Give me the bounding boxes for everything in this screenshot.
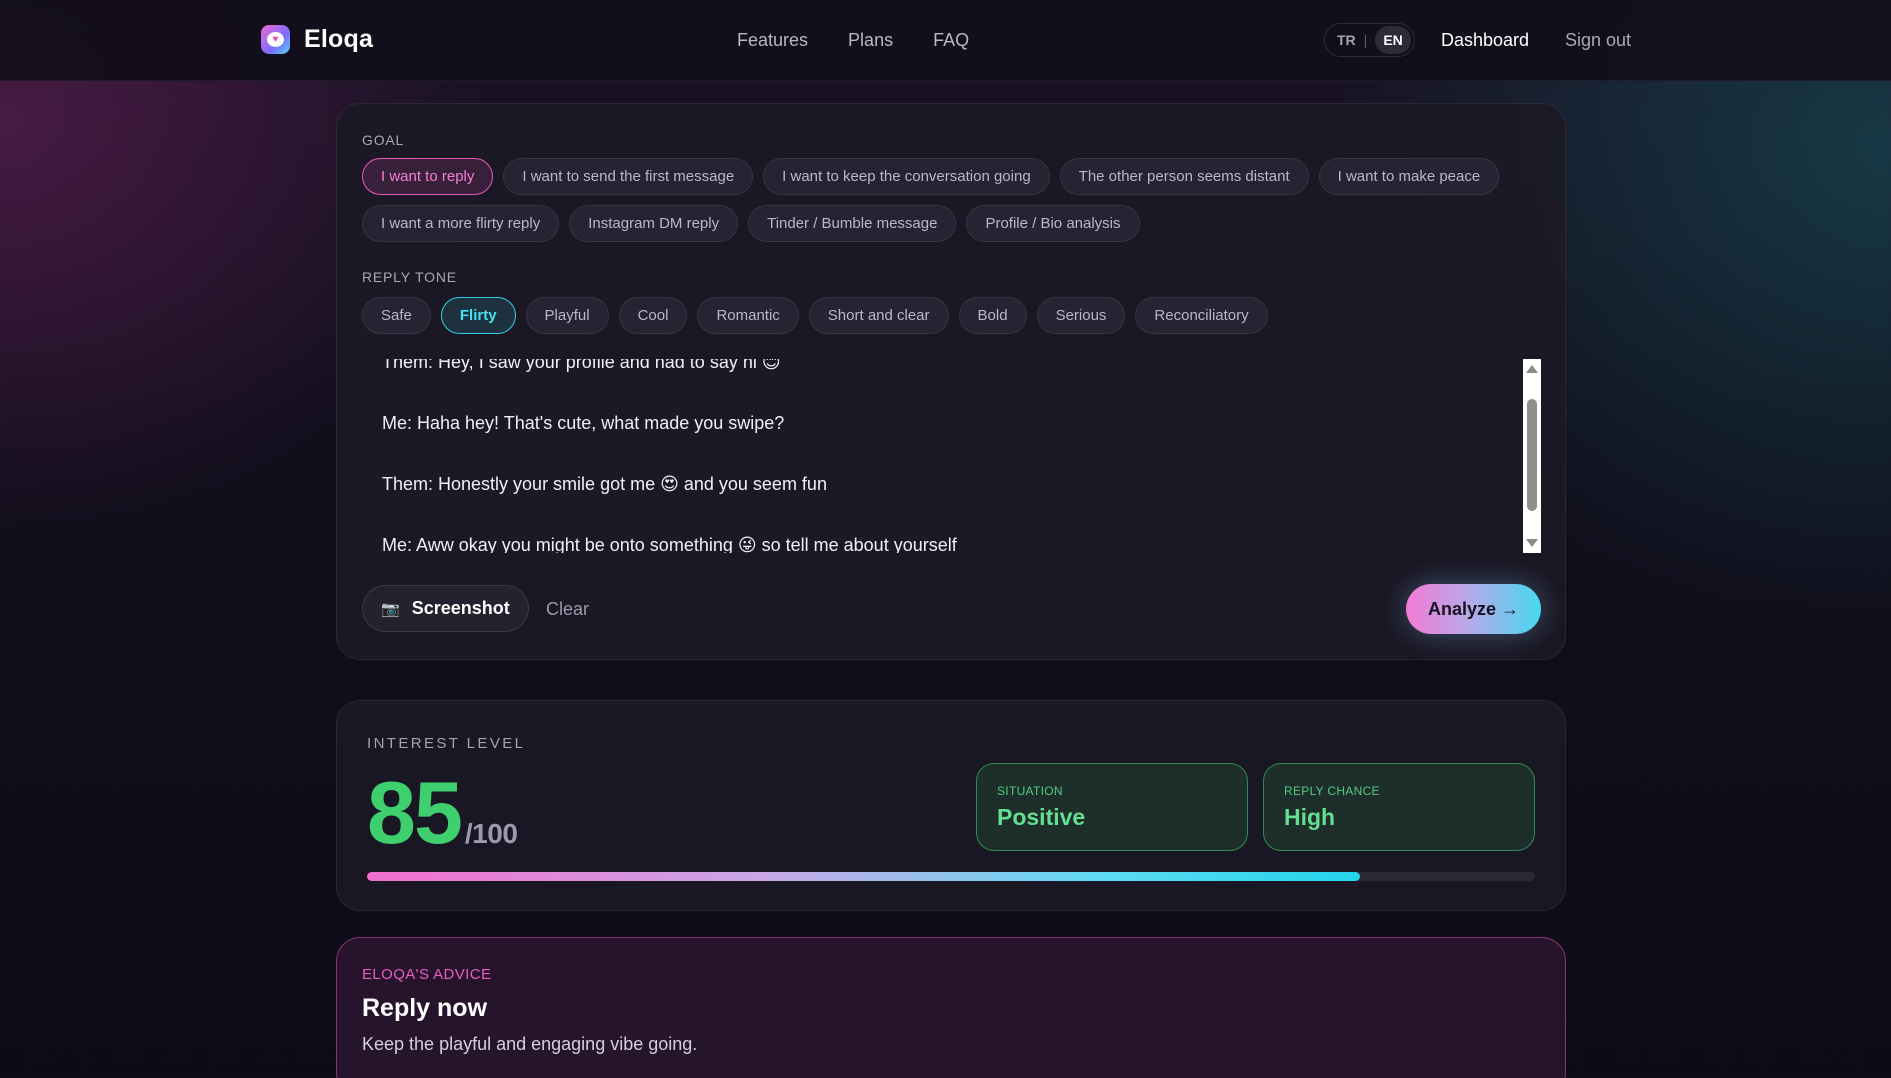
scrollbar-thumb[interactable]: [1527, 399, 1537, 511]
lang-separator: |: [1363, 32, 1368, 48]
screenshot-button[interactable]: 📷 Screenshot: [362, 585, 529, 632]
goal-chips-row-2: I want a more flirty reply Instagram DM …: [362, 205, 1140, 242]
interest-level-card: INTEREST LEVEL 85 /100 SITUATION Positiv…: [336, 700, 1566, 911]
goal-chip-make-peace[interactable]: I want to make peace: [1318, 158, 1500, 195]
reply-chance-badge: REPLY CHANCE High: [1263, 763, 1535, 851]
clear-button[interactable]: Clear: [546, 599, 589, 620]
conversation-textarea[interactable]: Them: Hey, I saw your profile and had to…: [362, 359, 1541, 553]
tone-chip-playful[interactable]: Playful: [525, 297, 609, 334]
conversation-line: Me: Haha hey! That's cute, what made you…: [382, 413, 785, 433]
goal-label: GOAL: [362, 132, 405, 148]
advice-card: ELOQA'S ADVICE Reply now Keep the playfu…: [336, 937, 1566, 1078]
interest-score-value: 85: [367, 763, 463, 862]
nav-link-plans[interactable]: Plans: [848, 30, 893, 51]
goal-chip-reply[interactable]: I want to reply: [362, 158, 494, 195]
top-navbar: ♥ Eloqa Features Plans FAQ TR | EN Dashb…: [0, 0, 1891, 81]
goal-chips-row-1: I want to reply I want to send the first…: [362, 158, 1500, 195]
interest-level-label: INTEREST LEVEL: [367, 735, 526, 752]
logo-text: Eloqa: [304, 25, 374, 53]
conversation-line: Them: Hey, I saw your profile and had to…: [382, 359, 781, 372]
tone-label: REPLY TONE: [362, 269, 457, 285]
conversation-line: Me: Aww okay you might be onto something…: [382, 535, 957, 553]
sign-out-link[interactable]: Sign out: [1565, 30, 1631, 51]
lang-tr-button[interactable]: TR: [1337, 32, 1356, 48]
lang-en-button[interactable]: EN: [1375, 26, 1411, 54]
tone-chips-row: Safe Flirty Playful Cool Romantic Short …: [362, 297, 1268, 334]
tone-chip-reconciliatory[interactable]: Reconciliatory: [1135, 297, 1268, 334]
situation-label: SITUATION: [997, 784, 1063, 798]
tone-chip-safe[interactable]: Safe: [362, 297, 431, 334]
tone-chip-short-clear[interactable]: Short and clear: [808, 297, 949, 334]
conversation-scrollbar[interactable]: [1523, 359, 1541, 553]
interest-score-max: /100: [464, 818, 518, 849]
goal-chip-keep-going[interactable]: I want to keep the conversation going: [763, 158, 1050, 195]
heart-chat-icon: ♥: [261, 25, 290, 54]
analysis-input-card: GOAL I want to reply I want to send the …: [336, 103, 1566, 660]
language-switcher: TR | EN: [1324, 23, 1415, 57]
interest-progress-bar: [367, 872, 1535, 881]
situation-value: Positive: [997, 804, 1086, 830]
scroll-down-arrow-icon[interactable]: [1526, 539, 1538, 547]
nav-links: Features Plans FAQ: [737, 30, 969, 51]
tone-chip-flirty[interactable]: Flirty: [440, 297, 516, 334]
scroll-up-arrow-icon[interactable]: [1526, 365, 1538, 373]
tone-chip-serious[interactable]: Serious: [1036, 297, 1126, 334]
advice-label: ELOQA'S ADVICE: [362, 966, 492, 983]
nav-link-faq[interactable]: FAQ: [933, 30, 969, 51]
dashboard-link[interactable]: Dashboard: [1441, 30, 1529, 51]
tone-chip-cool[interactable]: Cool: [618, 297, 688, 334]
situation-badge: SITUATION Positive: [976, 763, 1248, 851]
goal-chip-profile[interactable]: Profile / Bio analysis: [966, 205, 1140, 242]
interest-score: 85 /100: [367, 763, 518, 863]
goal-chip-first-message[interactable]: I want to send the first message: [503, 158, 754, 195]
tone-chip-bold[interactable]: Bold: [958, 297, 1027, 334]
conversation-line: Them: Honestly your smile got me 😍 and y…: [382, 474, 827, 494]
interest-progress-fill: [367, 872, 1360, 881]
advice-body: Keep the playful and engaging vibe going…: [362, 1034, 698, 1054]
goal-chip-distant[interactable]: The other person seems distant: [1059, 158, 1309, 195]
reply-chance-label: REPLY CHANCE: [1284, 784, 1380, 798]
logo[interactable]: ♥ Eloqa: [261, 25, 373, 54]
conversation-text: Them: Hey, I saw your profile and had to…: [382, 359, 1511, 553]
advice-title: Reply now: [362, 994, 488, 1022]
analyze-button[interactable]: Analyze →: [1406, 584, 1541, 634]
goal-chip-flirty-reply[interactable]: I want a more flirty reply: [362, 205, 560, 242]
goal-chip-tinder[interactable]: Tinder / Bumble message: [748, 205, 957, 242]
reply-chance-value: High: [1284, 804, 1336, 830]
nav-link-features[interactable]: Features: [737, 30, 808, 51]
camera-icon: 📷: [381, 600, 400, 618]
tone-chip-romantic[interactable]: Romantic: [697, 297, 799, 334]
goal-chip-instagram[interactable]: Instagram DM reply: [569, 205, 739, 242]
screenshot-button-label: Screenshot: [411, 598, 510, 618]
